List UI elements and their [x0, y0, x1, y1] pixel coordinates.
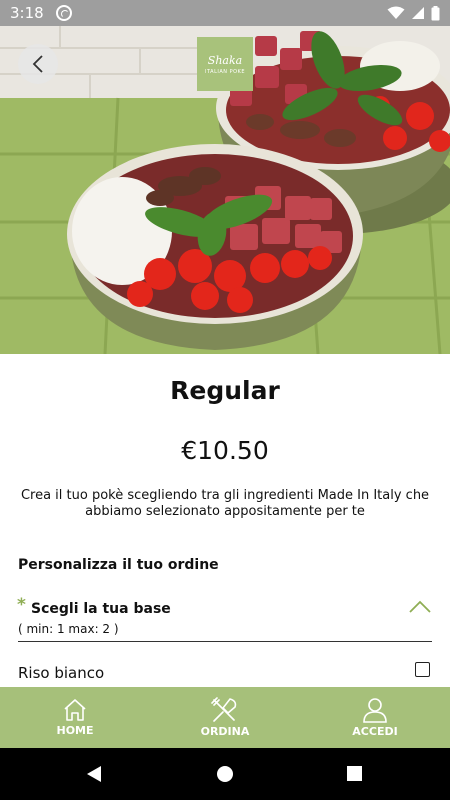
nav-ordina-label: ORDINA	[200, 725, 250, 738]
product-price: €10.50	[181, 436, 269, 465]
nav-accedi[interactable]: ACCEDI	[300, 687, 450, 748]
system-nav-bar	[0, 748, 450, 800]
wifi-icon	[387, 6, 405, 19]
option-checkbox[interactable]	[415, 662, 430, 677]
option-group-name: Scegli la tua base	[31, 601, 171, 617]
product-title: Regular	[170, 376, 280, 405]
option-label: Riso bianco	[18, 664, 105, 682]
battery-icon	[431, 5, 440, 20]
nav-accedi-label: ACCEDI	[352, 725, 398, 738]
product-description: Crea il tuo pokè scegliendo tra gli ingr…	[20, 488, 430, 519]
chevron-up-icon[interactable]	[408, 599, 432, 615]
option-group-rule: ( min: 1 max: 2 )	[18, 622, 119, 636]
logo-script: Shaka	[207, 53, 243, 67]
customize-section-title: Personalizza il tuo ordine	[18, 557, 219, 573]
bottom-nav: HOME ORDINA ACCEDI	[0, 687, 450, 748]
status-time: 3:18	[10, 4, 44, 22]
user-icon	[363, 698, 387, 723]
nav-ordina[interactable]: ORDINA	[150, 687, 300, 748]
option-row-riso-bianco[interactable]: Riso bianco	[18, 660, 432, 686]
back-button[interactable]	[18, 44, 58, 84]
logo-sub: ITALIAN POKE	[205, 68, 245, 75]
status-bar: 3:18	[0, 0, 450, 26]
home-circle-icon[interactable]	[216, 764, 234, 784]
back-triangle-icon[interactable]	[84, 764, 104, 784]
signal-icon	[412, 7, 424, 19]
required-mark: *	[17, 595, 26, 615]
status-icons	[387, 5, 440, 21]
nav-home-label: HOME	[56, 724, 94, 737]
recents-square-icon[interactable]	[346, 764, 363, 784]
brand-logo: Shaka ITALIAN POKE	[197, 37, 253, 91]
option-group-header[interactable]: * Scegli la tua base ( min: 1 max: 2 )	[17, 595, 432, 642]
nav-home[interactable]: HOME	[0, 687, 150, 748]
chevron-left-icon	[32, 55, 43, 73]
home-icon	[64, 699, 86, 721]
cutlery-icon	[211, 697, 237, 722]
cast-icon	[55, 5, 72, 21]
